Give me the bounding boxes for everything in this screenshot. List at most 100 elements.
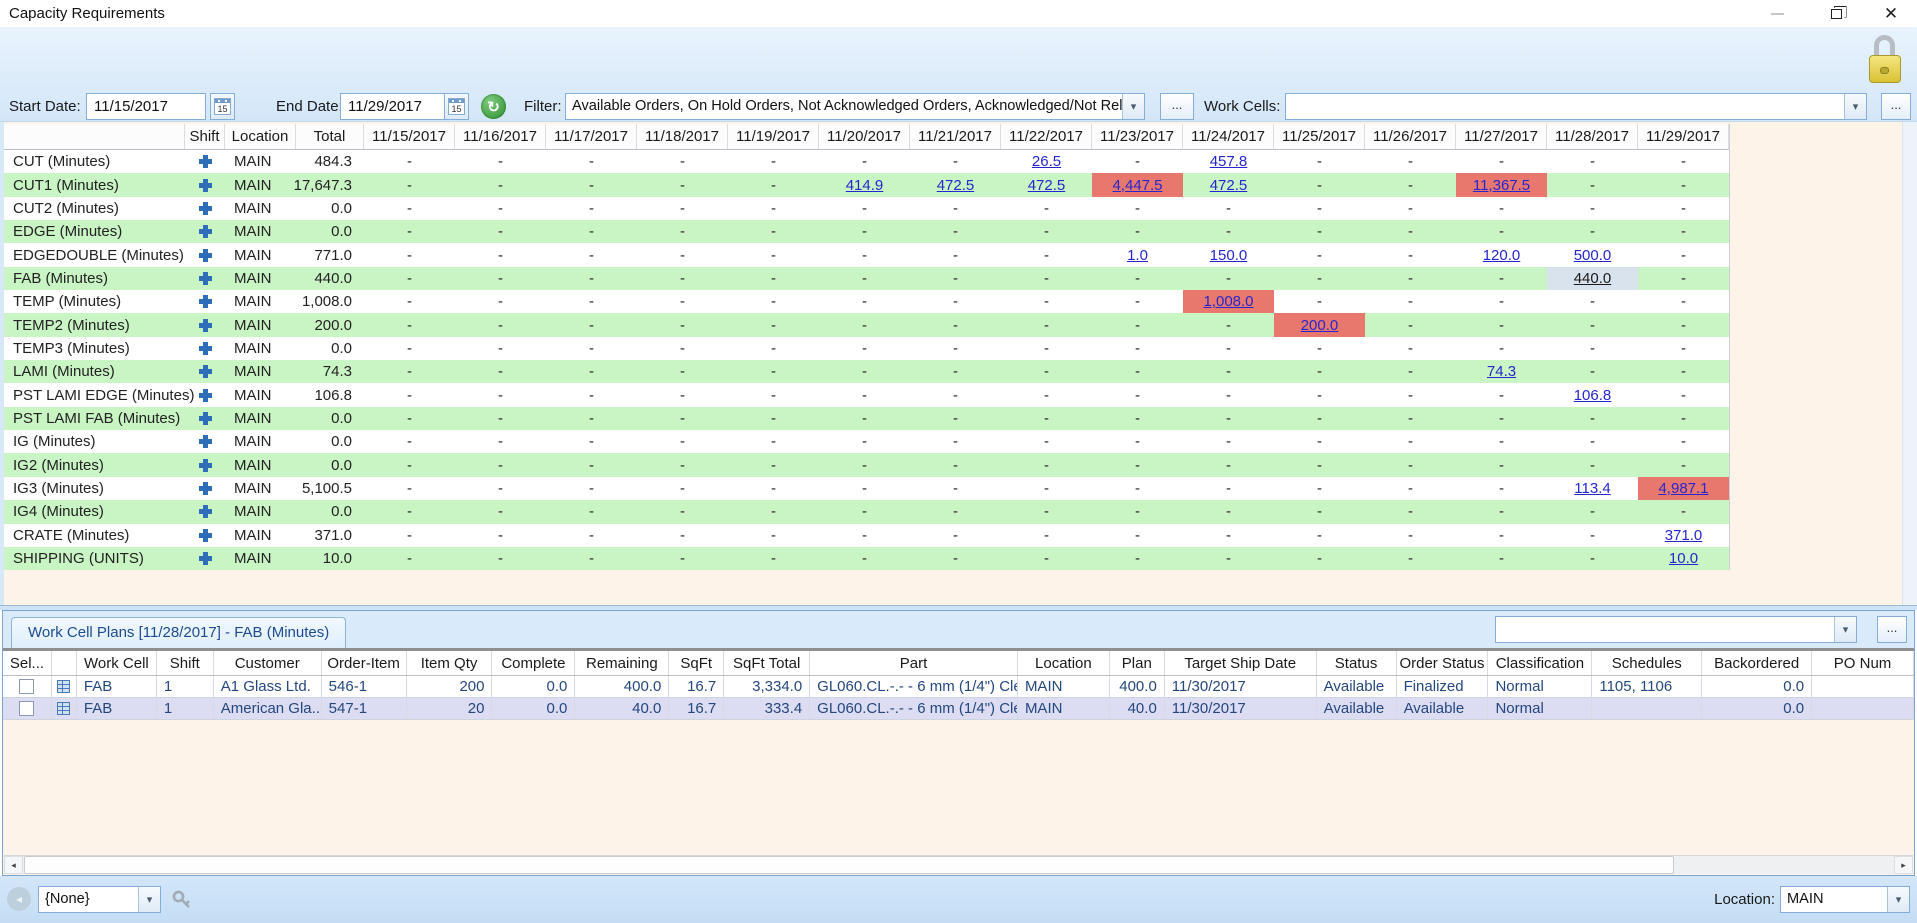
plus-icon[interactable] (199, 249, 212, 262)
capacity-value-link[interactable]: 200.0 (1301, 317, 1339, 334)
column-header-date[interactable]: 11/15/2017 (364, 124, 455, 149)
filter-more-button[interactable]: ... (1160, 93, 1194, 120)
plus-icon[interactable] (199, 272, 212, 285)
plus-icon[interactable] (199, 155, 212, 168)
column-header-date[interactable]: 11/21/2017 (910, 124, 1001, 149)
capacity-value-link[interactable]: 10.0 (1669, 550, 1698, 567)
start-date-calendar-button[interactable]: 15 (210, 93, 235, 120)
column-header-date[interactable]: 11/27/2017 (1456, 124, 1547, 149)
capacity-value-link[interactable]: 440.0 (1574, 270, 1612, 287)
plans-column-header[interactable]: PO Num (1812, 651, 1914, 675)
plans-column-header[interactable]: Shift (157, 651, 214, 675)
close-button[interactable]: ✕ (1869, 0, 1913, 27)
plans-column-header[interactable]: Order-Item (322, 651, 407, 675)
plus-icon[interactable] (199, 529, 212, 542)
column-header-shift[interactable]: Shift (185, 124, 225, 149)
dropdown-arrow-icon[interactable] (1844, 94, 1866, 119)
plans-column-header[interactable]: Plan (1110, 651, 1165, 675)
start-date-input[interactable]: 11/15/2017 (86, 93, 206, 120)
column-header-date[interactable]: 11/25/2017 (1274, 124, 1365, 149)
column-header-date[interactable]: 11/24/2017 (1183, 124, 1274, 149)
column-header-date[interactable]: 11/28/2017 (1547, 124, 1638, 149)
dropdown-arrow-icon[interactable] (1887, 887, 1909, 912)
end-date-input[interactable]: 11/29/2017 (340, 93, 460, 120)
capacity-value-link[interactable]: 120.0 (1483, 247, 1521, 264)
capacity-value-link[interactable]: 472.5 (937, 177, 975, 194)
plans-column-header[interactable]: Work Cell (77, 651, 157, 675)
details-icon[interactable] (57, 702, 70, 715)
plans-column-header[interactable]: Location (1018, 651, 1110, 675)
plus-icon[interactable] (199, 459, 212, 472)
capacity-value-link[interactable]: 11,367.5 (1473, 177, 1530, 194)
column-header-date[interactable]: 11/20/2017 (819, 124, 910, 149)
plus-icon[interactable] (199, 225, 212, 238)
capacity-value-link[interactable]: 106.8 (1574, 387, 1612, 404)
capacity-value-link[interactable]: 500.0 (1574, 247, 1612, 264)
plan-row[interactable]: FAB1A1 Glass Ltd.546-12000.0400.016.73,3… (3, 676, 1914, 698)
refresh-button[interactable]: ↻ (481, 94, 506, 119)
plans-column-header[interactable]: SqFt Total (724, 651, 810, 675)
capacity-value-link[interactable]: 1.0 (1127, 247, 1148, 264)
plans-column-header[interactable]: Backordered (1702, 651, 1812, 675)
capacity-value-link[interactable]: 150.0 (1210, 247, 1248, 264)
work-cells-dropdown[interactable] (1285, 93, 1867, 120)
preset-dropdown[interactable]: {None} (38, 886, 161, 913)
work-cells-more-button[interactable]: ... (1881, 93, 1911, 120)
scrollbar-thumb[interactable] (24, 856, 1674, 874)
row-checkbox[interactable] (19, 701, 34, 716)
plus-icon[interactable] (199, 202, 212, 215)
column-header-date[interactable]: 11/26/2017 (1365, 124, 1456, 149)
details-icon[interactable] (57, 680, 70, 693)
column-header-location[interactable]: Location (225, 124, 296, 149)
scroll-left-button[interactable]: ◂ (4, 856, 23, 874)
column-header-date[interactable]: 11/17/2017 (546, 124, 637, 149)
capacity-value-link[interactable]: 1,008.0 (1203, 293, 1253, 310)
plans-column-header[interactable]: Remaining (575, 651, 669, 675)
plans-column-header[interactable]: SqFt (669, 651, 724, 675)
plus-icon[interactable] (199, 179, 212, 192)
dropdown-arrow-icon[interactable] (1834, 617, 1856, 642)
horizontal-scrollbar[interactable]: ◂ ▸ (4, 855, 1913, 874)
plus-icon[interactable] (199, 365, 212, 378)
plus-icon[interactable] (199, 435, 212, 448)
capacity-value-link[interactable]: 414.9 (846, 177, 884, 194)
column-header-date[interactable]: 11/23/2017 (1092, 124, 1183, 149)
column-header-date[interactable]: 11/19/2017 (728, 124, 819, 149)
capacity-value-link[interactable]: 472.5 (1210, 177, 1248, 194)
plans-column-header[interactable]: Schedules (1592, 651, 1702, 675)
column-header-date[interactable]: 11/16/2017 (455, 124, 546, 149)
plans-filter-dropdown[interactable] (1495, 616, 1857, 643)
column-header-date[interactable]: 11/22/2017 (1001, 124, 1092, 149)
plus-icon[interactable] (199, 295, 212, 308)
plans-column-header[interactable]: Classification (1488, 651, 1592, 675)
plans-column-header[interactable]: Target Ship Date (1165, 651, 1317, 675)
plus-icon[interactable] (199, 319, 212, 332)
plus-icon[interactable] (199, 505, 212, 518)
plus-icon[interactable] (199, 342, 212, 355)
column-header-total[interactable]: Total (296, 124, 364, 149)
scroll-right-button[interactable]: ▸ (1894, 856, 1913, 874)
location-dropdown[interactable]: MAIN (1780, 886, 1910, 913)
minimize-button[interactable] (1755, 0, 1799, 27)
capacity-value-link[interactable]: 371.0 (1665, 527, 1703, 544)
capacity-value-link[interactable]: 26.5 (1032, 153, 1061, 170)
plans-column-header[interactable] (52, 651, 77, 675)
plus-icon[interactable] (199, 552, 212, 565)
end-date-calendar-button[interactable]: 15 (444, 93, 469, 120)
capacity-value-link[interactable]: 472.5 (1028, 177, 1066, 194)
column-header-date[interactable]: 11/29/2017 (1638, 124, 1729, 149)
column-header-date[interactable]: 11/18/2017 (637, 124, 728, 149)
plans-column-header[interactable]: Complete (492, 651, 575, 675)
plans-column-header[interactable]: Order Status (1397, 651, 1489, 675)
plans-column-header[interactable]: Part (810, 651, 1018, 675)
work-cell-plans-tab[interactable]: Work Cell Plans [11/28/2017] - FAB (Minu… (11, 617, 346, 648)
dropdown-arrow-icon[interactable] (1122, 94, 1144, 119)
plus-icon[interactable] (199, 412, 212, 425)
restore-button[interactable] (1814, 0, 1858, 27)
row-checkbox[interactable] (19, 679, 34, 694)
plans-column-header[interactable]: Status (1317, 651, 1397, 675)
plans-column-header[interactable]: Customer (214, 651, 322, 675)
capacity-value-link[interactable]: 113.4 (1574, 480, 1610, 497)
vertical-scrollbar[interactable] (1902, 122, 1917, 605)
capacity-value-link[interactable]: 457.8 (1210, 153, 1248, 170)
